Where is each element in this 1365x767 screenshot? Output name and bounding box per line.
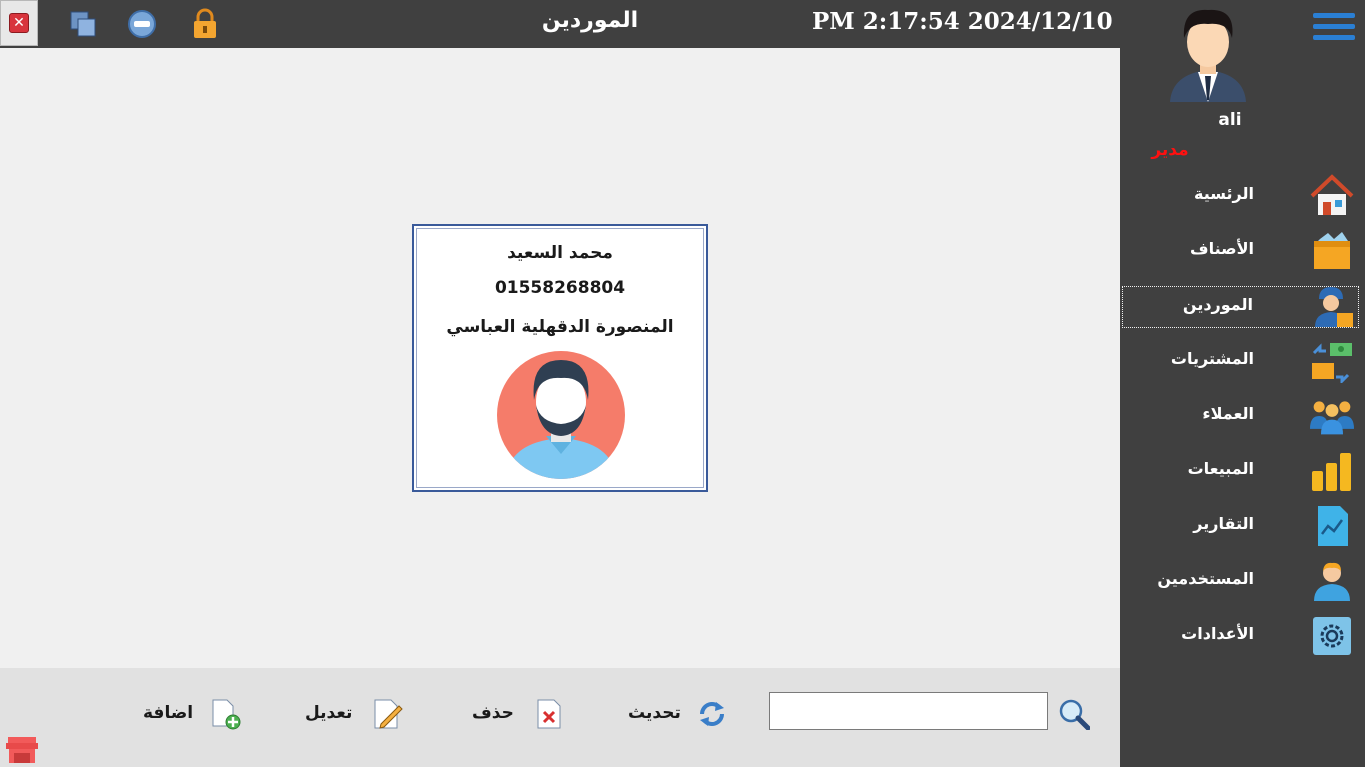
- sidebar-item-sales[interactable]: المبيعات: [1122, 451, 1359, 493]
- customers-icon: [1310, 401, 1354, 435]
- coins-icon: [1312, 453, 1351, 491]
- refresh-label: تحديث: [628, 703, 681, 723]
- report-icon: [1318, 506, 1348, 546]
- add-file-icon: [212, 699, 241, 730]
- minimize-button[interactable]: [125, 0, 159, 48]
- sidebar-item-label: الأصناف: [1190, 239, 1254, 258]
- search-input[interactable]: [770, 693, 1047, 729]
- avatar: [1170, 9, 1246, 102]
- supplier-address: المنصورة الدقهلية العباسي: [446, 317, 674, 337]
- box-icon: [1314, 232, 1350, 269]
- sidebar-item-users[interactable]: المستخدمين: [1122, 561, 1359, 603]
- supplier-phone: 01558268804: [494, 278, 626, 298]
- sidebar-item-settings[interactable]: الأعدادات: [1122, 616, 1359, 658]
- restore-button[interactable]: [66, 0, 100, 48]
- username: ali: [1218, 110, 1242, 130]
- sidebar-item-reports[interactable]: التقارير: [1122, 506, 1359, 548]
- purchases-icon: [1312, 343, 1352, 383]
- user-role: مدير: [1151, 140, 1189, 160]
- supplier-avatar: [497, 351, 625, 479]
- sidebar-item-label: التقارير: [1193, 514, 1254, 533]
- delete-button[interactable]: حذف: [470, 695, 566, 735]
- close-icon: ✕: [9, 13, 29, 33]
- supplier-card[interactable]: محمد السعيد 01558268804 المنصورة الدقهلي…: [412, 224, 708, 492]
- delete-label: حذف: [472, 703, 514, 723]
- lock-icon: [194, 8, 216, 38]
- lock-button[interactable]: [188, 0, 222, 48]
- hamburger-menu-icon[interactable]: [1313, 13, 1355, 45]
- page-title: الموردين: [541, 8, 639, 33]
- add-button[interactable]: اضافة: [143, 695, 243, 735]
- search-icon[interactable]: [1058, 698, 1090, 730]
- user-icon: [1314, 562, 1350, 601]
- supplier-icon: [1315, 287, 1353, 327]
- delete-icon: [537, 699, 561, 729]
- search-field[interactable]: [769, 692, 1048, 730]
- minimize-icon: [128, 10, 156, 38]
- refresh-icon: [700, 702, 724, 726]
- sidebar-item-items[interactable]: الأصناف: [1122, 231, 1359, 273]
- sidebar-item-label: الأعدادات: [1181, 624, 1254, 643]
- sidebar-item-label: المبيعات: [1187, 459, 1254, 478]
- store-icon[interactable]: [6, 735, 38, 763]
- sidebar-item-label: المستخدمين: [1157, 569, 1254, 588]
- add-label: اضافة: [143, 703, 194, 723]
- restore-icon: [70, 11, 96, 37]
- edit-label: تعديل: [305, 703, 353, 723]
- sidebar-item-home[interactable]: الرئسية: [1122, 174, 1359, 218]
- edit-icon: [374, 699, 403, 729]
- supplier-name: محمد السعيد: [507, 243, 613, 263]
- title-bar: ✕ الموردين PM 2:17:54 2024/12/10: [0, 0, 1120, 48]
- clock: PM 2:17:54 2024/12/10: [812, 8, 1113, 35]
- settings-icon: [1313, 617, 1351, 655]
- sidebar-item-label: الموردين: [1182, 295, 1253, 314]
- sidebar-item-suppliers[interactable]: الموردين: [1122, 286, 1359, 328]
- sidebar-item-label: الرئسية: [1194, 184, 1254, 203]
- refresh-button[interactable]: تحديث: [628, 695, 734, 735]
- sidebar-item-label: العملاء: [1202, 404, 1254, 423]
- edit-button[interactable]: تعديل: [305, 695, 405, 735]
- close-button[interactable]: ✕: [0, 0, 38, 46]
- sidebar-item-label: المشتريات: [1170, 349, 1254, 368]
- home-icon: [1310, 174, 1354, 215]
- sidebar-item-customers[interactable]: العملاء: [1122, 396, 1359, 438]
- sidebar-item-purchases[interactable]: المشتريات: [1122, 341, 1359, 383]
